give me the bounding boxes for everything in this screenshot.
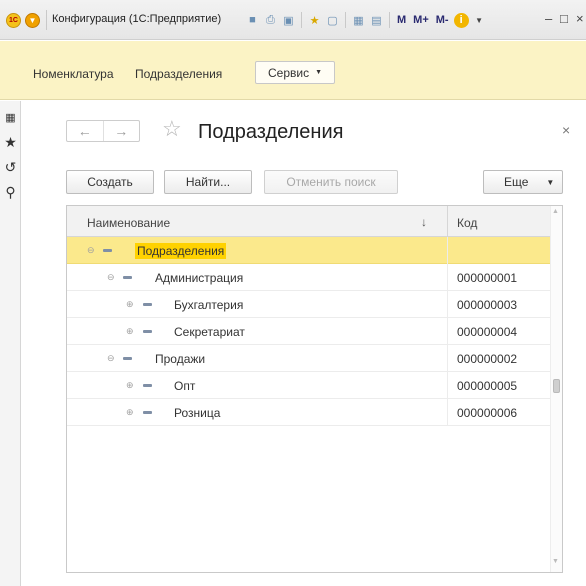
column-separator (447, 345, 448, 372)
create-button[interactable]: Создать (66, 170, 154, 194)
row-name: Розница (174, 406, 221, 420)
favorite-add-icon[interactable]: ★ (307, 13, 322, 28)
group-icon (143, 303, 152, 306)
history-icon[interactable]: ↺ (3, 160, 18, 175)
table-row[interactable]: ⊖ Продажи 000000002 (67, 345, 550, 372)
title-separator (46, 10, 47, 30)
departments-table[interactable]: Наименование ↓ Код ⊖ Подразделения ⊖ Адм… (66, 205, 563, 573)
vertical-scrollbar[interactable]: ▲ ▼ (550, 206, 562, 572)
column-separator (447, 237, 448, 264)
service-menu-button[interactable]: Сервис ▼ (255, 61, 335, 84)
service-label: Сервис (267, 65, 310, 80)
expand-icon[interactable]: ⊕ (126, 381, 134, 390)
apps-grid-icon[interactable]: ▦ (3, 111, 18, 126)
favorites-icon[interactable]: ▢ (325, 13, 340, 28)
calculator-icon[interactable]: ▦ (351, 13, 366, 28)
scroll-down-icon[interactable]: ▼ (552, 558, 559, 565)
maximize-icon[interactable]: □ (560, 11, 568, 26)
title-bar: 1С ▼ Конфигурация (1С:Предприятие) ■ ⎙ ▣… (0, 0, 586, 40)
collapse-icon[interactable]: ⊖ (107, 273, 115, 282)
row-code: 000000003 (457, 298, 518, 312)
more-button[interactable]: Еще ▼ (483, 170, 563, 194)
row-name: Подразделения (135, 243, 227, 259)
expand-icon[interactable]: ⊕ (126, 408, 134, 417)
table-row[interactable]: ⊕ Розница 000000006 (67, 399, 550, 426)
column-header-code[interactable]: Код (457, 216, 477, 230)
chevron-down-icon: ▼ (315, 69, 323, 76)
row-name: Опт (174, 379, 196, 393)
find-button[interactable]: Найти... (164, 170, 252, 194)
row-name: Администрация (155, 271, 244, 285)
group-icon (143, 330, 152, 333)
column-separator (447, 291, 448, 318)
row-code: 000000006 (457, 406, 518, 420)
column-separator (447, 206, 448, 237)
memory-minus-button[interactable]: M- (436, 14, 449, 26)
calendar-icon[interactable]: ▤ (369, 13, 384, 28)
row-name: Продажи (155, 352, 206, 366)
row-code: 000000002 (457, 352, 518, 366)
save-icon[interactable]: ■ (245, 13, 260, 28)
row-code: 000000001 (457, 271, 518, 285)
group-icon (143, 384, 152, 387)
column-header-name[interactable]: Наименование (87, 216, 170, 230)
window-title: Конфигурация (1С:Предприятие) (52, 13, 222, 25)
collapse-icon[interactable]: ⊖ (107, 354, 115, 363)
group-icon (103, 249, 112, 252)
group-icon (123, 357, 132, 360)
form-close-button[interactable]: × (562, 122, 570, 138)
row-name: Секретариат (174, 325, 245, 339)
table-row[interactable]: ⊕ Опт 000000005 (67, 372, 550, 399)
chevron-down-icon: ▼ (546, 177, 555, 187)
window-close-button[interactable]: × (576, 11, 584, 26)
table-row[interactable]: ⊕ Секретариат 000000004 (67, 318, 550, 345)
expand-icon[interactable]: ⊕ (126, 300, 134, 309)
toolbar-separator (389, 12, 390, 28)
group-icon (143, 411, 152, 414)
main-menu-icon[interactable]: ▼ (25, 13, 40, 28)
section-item-nomenclature[interactable]: Номенклатура (33, 67, 114, 81)
column-separator (447, 399, 448, 426)
memory-button[interactable]: M (397, 14, 406, 26)
table-row[interactable]: ⊖ Администрация 000000001 (67, 264, 550, 291)
cancel-search-button[interactable]: Отменить поиск (264, 170, 398, 194)
chevron-down-icon[interactable]: ▼ (472, 13, 487, 28)
navigation-buttons: ← → (66, 120, 140, 142)
table-header: Наименование ↓ Код (67, 206, 562, 237)
favorites-star-icon[interactable]: ★ (3, 135, 18, 150)
scrollbar-thumb[interactable] (553, 379, 560, 393)
left-panel: ▦ ★ ↺ ⚲ (0, 101, 21, 586)
column-separator (447, 318, 448, 345)
info-icon[interactable]: i (453, 12, 469, 28)
table-row[interactable]: ⊖ Подразделения (67, 237, 550, 264)
app-logo-icon[interactable]: 1С (6, 13, 21, 28)
forward-arrow-icon[interactable]: → (102, 121, 140, 141)
scroll-up-icon[interactable]: ▲ (552, 208, 559, 215)
expand-icon[interactable]: ⊕ (126, 327, 134, 336)
form-title: Подразделения (198, 121, 344, 143)
minimize-button[interactable]: – (545, 11, 552, 26)
print-icon[interactable]: ⎙ (263, 13, 278, 28)
column-separator (447, 264, 448, 291)
add-to-favorites-star-icon[interactable]: ☆ (162, 117, 182, 141)
sort-down-icon[interactable]: ↓ (421, 215, 427, 229)
more-label: Еще (504, 175, 529, 189)
toolbar-separator (345, 12, 346, 28)
column-separator (447, 372, 448, 399)
preview-icon[interactable]: ▣ (281, 13, 296, 28)
row-code: 000000004 (457, 325, 518, 339)
group-icon (123, 276, 132, 279)
table-row[interactable]: ⊕ Бухгалтерия 000000003 (67, 291, 550, 318)
back-arrow-icon[interactable]: ← (67, 121, 103, 141)
row-code: 000000005 (457, 379, 518, 393)
row-name: Бухгалтерия (174, 298, 244, 312)
title-toolbar: ■ ⎙ ▣ ★ ▢ ▦ ▤ M M+ M- i ▼ (245, 12, 487, 28)
search-icon[interactable]: ⚲ (3, 185, 18, 200)
toolbar-separator (301, 12, 302, 28)
collapse-icon[interactable]: ⊖ (87, 246, 95, 255)
section-item-departments[interactable]: Подразделения (135, 67, 222, 81)
memory-plus-button[interactable]: M+ (413, 14, 429, 26)
